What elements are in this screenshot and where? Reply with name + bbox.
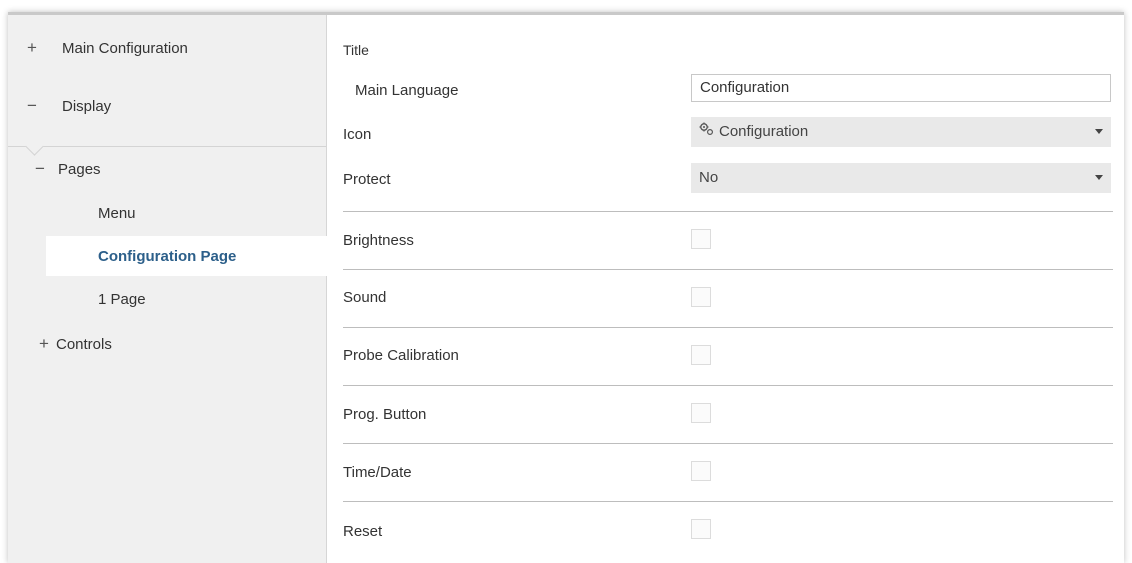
prog-button-checkbox[interactable]: [691, 403, 711, 423]
sound-checkbox[interactable]: [691, 287, 711, 307]
protect-select-value: No: [699, 169, 719, 186]
main-language-input[interactable]: Configuration: [691, 74, 1111, 102]
settings-panel: Title Main Language Configuration Icon C…: [327, 15, 1124, 563]
time-date-checkbox[interactable]: [691, 461, 711, 481]
sidebar-item-main-configuration[interactable]: + Main Configuration: [8, 28, 326, 68]
icon-label: Icon: [343, 126, 372, 143]
protect-select[interactable]: No: [691, 163, 1111, 193]
icon-select-value: Configuration: [719, 123, 809, 140]
sidebar-item-1-page[interactable]: 1 Page: [8, 279, 326, 319]
time-date-label: Time/Date: [343, 464, 412, 481]
sidebar-item-label: Controls: [56, 335, 112, 353]
protect-label: Protect: [343, 171, 391, 188]
sidebar-item-label: Main Configuration: [62, 39, 188, 57]
divider: [343, 211, 1113, 212]
probe-calibration-label: Probe Calibration: [343, 347, 459, 364]
collapse-icon[interactable]: −: [22, 96, 42, 116]
reset-checkbox[interactable]: [691, 519, 711, 539]
divider: [343, 501, 1113, 502]
chevron-down-icon: [1095, 129, 1103, 134]
divider: [343, 269, 1113, 270]
probe-calibration-checkbox[interactable]: [691, 345, 711, 365]
sidebar-item-label: Menu: [98, 204, 136, 222]
brightness-checkbox[interactable]: [691, 229, 711, 249]
sidebar-item-pages[interactable]: − Pages: [8, 149, 326, 189]
sidebar-item-display[interactable]: − Display: [8, 86, 326, 126]
sidebar-item-configuration-page[interactable]: Configuration Page: [46, 236, 327, 276]
gears-icon: [699, 117, 715, 147]
divider: [343, 443, 1113, 444]
window-frame: + Main Configuration − Display − Pages M…: [8, 12, 1124, 563]
prog-button-label: Prog. Button: [343, 406, 427, 423]
reset-label: Reset: [343, 523, 383, 540]
tree-divider: [8, 146, 326, 147]
icon-select[interactable]: Configuration: [691, 117, 1111, 147]
sidebar-item-label: 1 Page: [98, 290, 146, 308]
title-section-label: Title: [343, 42, 369, 58]
expand-icon[interactable]: +: [34, 334, 54, 354]
sound-label: Sound: [343, 289, 387, 306]
sidebar-tree: + Main Configuration − Display − Pages M…: [8, 15, 327, 563]
divider: [343, 327, 1113, 328]
divider: [343, 385, 1113, 386]
collapse-icon[interactable]: −: [30, 159, 50, 179]
sidebar-item-label: Configuration Page: [98, 247, 237, 265]
sidebar-item-label: Display: [62, 97, 112, 115]
main-language-label: Main Language: [355, 82, 459, 99]
chevron-down-icon: [1095, 175, 1103, 180]
brightness-label: Brightness: [343, 232, 414, 249]
sidebar-item-label: Pages: [58, 160, 101, 178]
sidebar-item-controls[interactable]: + Controls: [8, 324, 326, 364]
expand-icon[interactable]: +: [22, 38, 42, 58]
sidebar-item-menu[interactable]: Menu: [8, 193, 326, 233]
